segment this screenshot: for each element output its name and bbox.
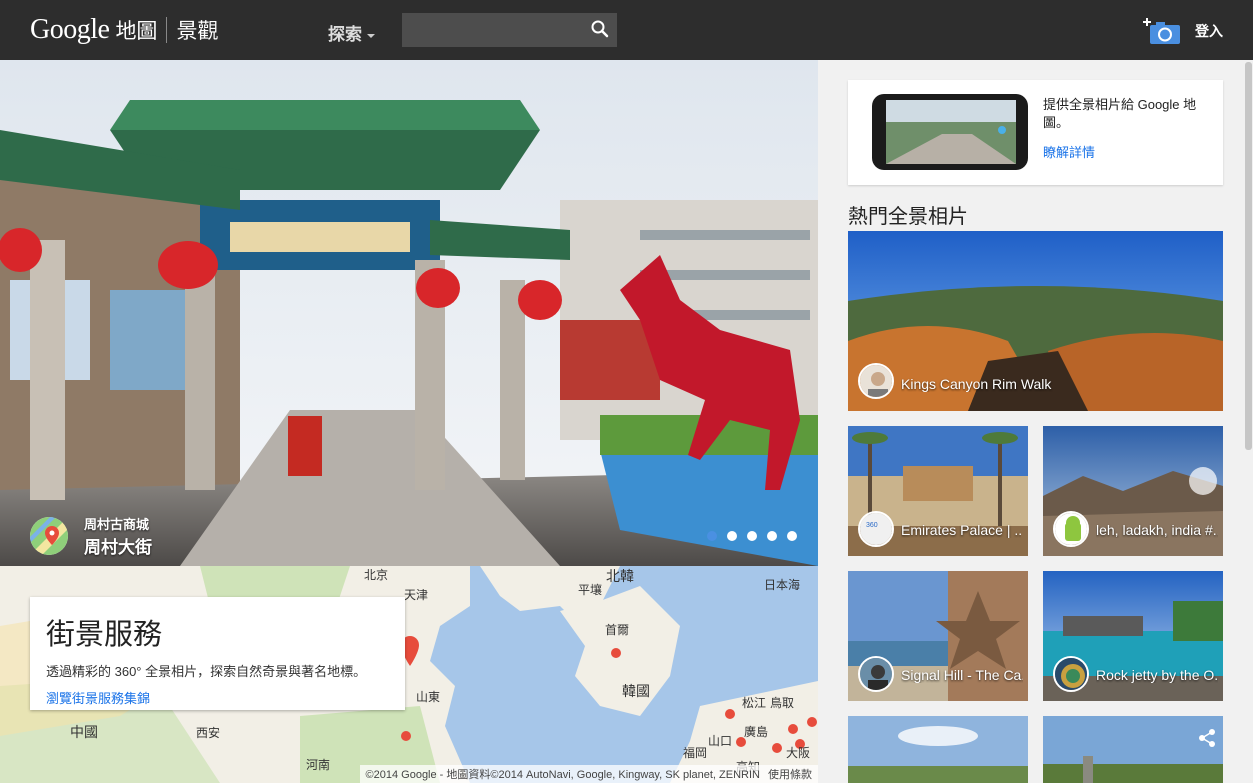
search-icon [591, 20, 609, 38]
panorama-tile[interactable]: Rock jetty by the O... [1043, 571, 1223, 701]
top-bar: Google 地圖 景觀 探索 登入 [0, 0, 1253, 60]
explore-label: 探索 [328, 25, 362, 44]
map-label: 西安 [196, 726, 221, 740]
map-label: 平壤 [578, 583, 603, 597]
scrollbar[interactable] [1245, 62, 1252, 450]
search-input[interactable] [402, 13, 584, 47]
browse-street-view-link[interactable]: 瀏覽街景服務集錦 [46, 688, 389, 707]
user-avatar [858, 363, 894, 399]
carousel-dot[interactable] [787, 531, 797, 541]
logo-views: 景觀 [176, 20, 219, 43]
panorama-subtitle: 周村古商城 [84, 517, 150, 532]
map-label: 松江 [742, 696, 767, 710]
terms-link[interactable]: 使用條款 [768, 769, 812, 781]
user-avatar [1053, 511, 1089, 547]
map-label: 日本海 [764, 578, 801, 592]
panorama-caption: Signal Hill - The Ca... [901, 667, 1023, 683]
search-button[interactable] [583, 13, 617, 47]
phone-panorama-image [872, 94, 1028, 170]
panorama-caption: leh, ladakh, india #... [1096, 522, 1218, 538]
google-maps-views-logo[interactable]: Google 地圖 景觀 [30, 14, 218, 46]
panorama-tile[interactable]: leh, ladakh, india #... [1043, 426, 1223, 556]
user-avatar [858, 656, 894, 692]
panorama-caption: Emirates Palace | ... [901, 522, 1021, 538]
map-attribution: ©2014 Google - 地圖資料©2014 AutoNavi, Googl… [359, 765, 818, 783]
street-view-title: 街景服務 [46, 619, 163, 651]
panorama-tile[interactable] [1043, 716, 1223, 783]
panorama-thumbnail [1043, 716, 1223, 783]
add-photo-button[interactable] [1140, 14, 1182, 46]
logo-google: Google [30, 14, 110, 45]
map-label: 首爾 [605, 623, 630, 637]
logo-maps: 地圖 [115, 20, 158, 43]
maps-pin-icon [30, 517, 68, 555]
search-box [402, 13, 617, 47]
street-view-info-card: 街景服務 透過精彩的 360° 全景相片，探索自然奇景與著名地標。 瀏覽街景服務… [30, 597, 405, 710]
contribute-promo-card: 提供全景相片給 Google 地圖。 瞭解詳情 [848, 80, 1223, 185]
svg-text:360: 360 [866, 522, 878, 529]
map-label: 山東 [416, 690, 441, 704]
popular-panoramas-title: 熱門全景相片 [848, 206, 968, 228]
map-label: 中國 [70, 724, 98, 740]
street-view-map[interactable]: 北京 北韓 平壤 首爾 韓國 日本海 中國 西安 山東 河南 松江 福岡 廣島 … [0, 566, 818, 783]
featured-panorama[interactable]: 周村古商城 周村大街 [0, 60, 818, 566]
attribution-text: ©2014 Google - 地圖資料©2014 AutoNavi, Googl… [365, 769, 760, 781]
explore-menu-button[interactable]: 探索 [328, 20, 375, 45]
panorama-tile[interactable]: Signal Hill - The Ca... [848, 571, 1028, 701]
carousel-dot[interactable] [727, 531, 737, 541]
map-label: 北韓 [606, 568, 634, 584]
panorama-thumbnail [848, 716, 1028, 783]
map-label: 廣島 [744, 725, 769, 739]
map-label: 河南 [306, 758, 331, 772]
logo-divider [166, 17, 168, 43]
panorama-tile[interactable]: Kings Canyon Rim Walk [848, 231, 1223, 411]
sign-in-button[interactable]: 登入 [1195, 21, 1223, 41]
map-label: 北京 [364, 568, 389, 582]
panorama-title: 周村大街 [84, 538, 152, 557]
panorama-tile[interactable] [848, 716, 1028, 783]
map-label: 福岡 [683, 746, 708, 760]
map-label: 鳥取 [770, 696, 795, 710]
learn-more-link[interactable]: 瞭解詳情 [1043, 142, 1095, 161]
right-panel: 提供全景相片給 Google 地圖。 瞭解詳情 熱門全景相片 Kings Can… [818, 60, 1253, 783]
map-label: 韓國 [622, 683, 650, 699]
panorama-caption[interactable]: 周村古商城 周村大街 [30, 514, 152, 558]
caret-down-icon [367, 33, 375, 38]
map-label: 大阪 [786, 746, 811, 760]
map-label: 山口 [708, 734, 733, 748]
carousel-dot[interactable] [707, 531, 717, 541]
panorama-caption: Kings Canyon Rim Walk [901, 376, 1052, 392]
carousel-dot[interactable] [767, 531, 777, 541]
street-view-description: 透過精彩的 360° 全景相片，探索自然奇景與著名地標。 [46, 664, 367, 679]
user-avatar: 360 [858, 511, 894, 547]
carousel-dots [707, 531, 797, 541]
panorama-image [0, 60, 818, 566]
map-label: 天津 [404, 588, 429, 602]
camera-plus-icon [1143, 18, 1180, 44]
carousel-dot[interactable] [747, 531, 757, 541]
user-avatar [1053, 656, 1089, 692]
share-icon[interactable] [1197, 728, 1217, 748]
panorama-tile[interactable]: 360 Emirates Palace | ... [848, 426, 1028, 556]
panorama-caption: Rock jetty by the O... [1096, 667, 1218, 683]
promo-text: 提供全景相片給 Google 地圖。 [1043, 97, 1197, 130]
